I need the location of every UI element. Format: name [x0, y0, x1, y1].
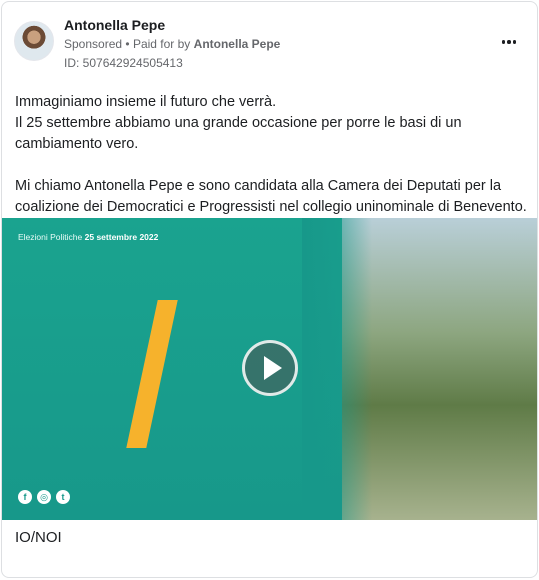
paid-for-name: Antonella Pepe — [193, 37, 281, 51]
twitter-icon[interactable]: t — [56, 490, 70, 504]
photo-fade — [302, 218, 372, 520]
dot-icon — [501, 40, 506, 44]
social-icons: f ◎ t — [18, 490, 70, 504]
more-options-button[interactable] — [496, 32, 522, 52]
election-caption-date: 25 settembre 2022 — [84, 232, 159, 242]
body-paragraph: Mi chiamo Antonella Pepe e sono candidat… — [15, 178, 527, 215]
facebook-icon[interactable]: f — [18, 490, 32, 504]
election-caption: Elezioni Politiche 25 settembre 2022 — [18, 232, 158, 242]
ad-id: ID: 507642924505413 — [64, 56, 183, 70]
play-button[interactable] — [242, 340, 298, 396]
author-avatar[interactable] — [14, 21, 54, 61]
author-name[interactable]: Antonella Pepe — [64, 17, 165, 33]
sponsored-label: Sponsored — [64, 37, 123, 51]
video-thumbnail[interactable]: Elezioni Politiche 25 settembre 2022 f ◎… — [2, 218, 537, 520]
media-caption: IO/NOI — [15, 529, 62, 546]
sponsored-meta: Sponsored • Paid for by Antonella Pepe — [64, 37, 280, 51]
instagram-icon[interactable]: ◎ — [37, 490, 51, 504]
ad-card: Antonella Pepe Sponsored • Paid for by A… — [1, 1, 538, 578]
paid-for-prefix: Paid for by — [132, 37, 191, 51]
meta-separator: • — [125, 37, 130, 51]
dot-icon — [507, 40, 511, 44]
body-paragraph: Immaginiamo insieme il futuro che verrà.… — [15, 94, 462, 152]
post-body: Immaginiamo insieme il futuro che verrà.… — [15, 92, 530, 218]
election-caption-text: Elezioni Politiche — [18, 232, 83, 242]
dot-icon — [512, 40, 517, 44]
play-icon — [263, 356, 282, 380]
